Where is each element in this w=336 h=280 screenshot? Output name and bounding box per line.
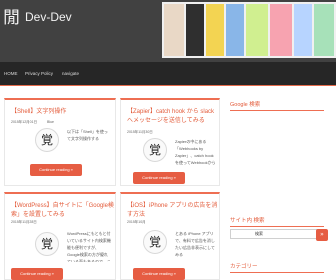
site-search-widget-title: サイト内 検索 [230, 218, 265, 224]
post-card: 【Zapier】catch hook から slack へメッセージを送信してみ… [120, 98, 220, 186]
widget-divider [230, 110, 324, 111]
site-title[interactable]: Dev-Dev [25, 9, 72, 25]
widget-divider [230, 226, 324, 227]
nav-item-navigate[interactable]: navigate [62, 62, 92, 86]
nav-item-privacy-policy[interactable]: Privacy Policy [25, 62, 55, 86]
post-excerpt: とある iPhone アプリで、有料で広告を消したい広告非表示にしてみる [175, 231, 215, 257]
site-search-input[interactable]: 検索 [230, 229, 324, 239]
post-thumbnail-icon: 覚 [40, 133, 53, 147]
post-thumbnail: 覚 [143, 138, 167, 162]
post-card: 【iOS】iPhone アプリの広告を消す方法 2015年10月 覚 とある i… [120, 192, 220, 280]
post-excerpt: 以下は「Shell」を使って文字列操作する [67, 129, 108, 141]
post-thumbnail: 覚 [143, 230, 167, 254]
site-logo[interactable]: 閒 [3, 8, 20, 28]
continue-reading-button[interactable]: Continue reading » [11, 268, 63, 280]
post-thumbnail-icon: 覚 [148, 143, 161, 157]
site-search-button[interactable]: » [316, 229, 328, 241]
post-title[interactable]: 【iOS】iPhone アプリの広告を消す方法 [127, 202, 219, 220]
continue-reading-button[interactable]: Continue reading » [133, 172, 185, 184]
post-author: Blue [47, 120, 55, 124]
post-card: 【WordPress】自サイトに「Google検索」を設置してみる 2015年1… [4, 192, 116, 280]
post-thumbnail-icon: 覚 [40, 237, 53, 251]
post-date: 2015年11月30日 [127, 130, 153, 134]
post-title[interactable]: 【Shell】文字列操作 [11, 108, 66, 117]
post-thumbnail-icon: 覚 [148, 235, 161, 249]
post-title[interactable]: 【Zapier】catch hook から slack へメッセージを送信してみ… [127, 108, 219, 126]
continue-reading-button[interactable]: Continue reading » [133, 268, 185, 280]
post-thumbnail: 覚 [35, 232, 59, 256]
widget-divider [230, 272, 324, 273]
main-nav: HOME Privacy Policy navigate [0, 62, 336, 86]
nav-item-home[interactable]: HOME [4, 62, 20, 86]
categories-widget-title: カテゴリー [230, 264, 258, 270]
site-header: 閒 Dev-Dev [0, 0, 336, 62]
post-excerpt: WordPressにもともと付いているサイト内検索機能も便利ですが、Google… [67, 231, 111, 262]
continue-reading-button[interactable]: Continue reading » [30, 164, 82, 176]
post-date: 2015年10月 [127, 220, 146, 224]
post-excerpt: Zapierの中にある「Webhooks by Zapier」、catch ho… [175, 139, 216, 165]
post-title[interactable]: 【WordPress】自サイトに「Google検索」を設置してみる [11, 202, 115, 220]
post-date: 2015年11月28日 [11, 220, 37, 224]
post-date: 2015年12月01日 [11, 120, 38, 124]
post-thumbnail: 覚 [35, 128, 59, 152]
book-banner[interactable] [162, 2, 336, 58]
post-card: 【Shell】文字列操作 2015年12月01日 Blue 覚 以下は「Shel… [4, 98, 116, 186]
google-search-widget-title: Google 検索 [230, 102, 261, 108]
